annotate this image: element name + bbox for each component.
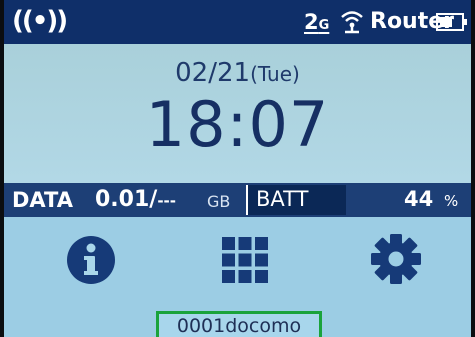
battery-label-box: BATT: [246, 185, 346, 215]
info-bar: DATA 0.01/--- GB BATT 44 %: [4, 183, 471, 217]
battery-level-value: 44: [404, 187, 434, 211]
carrier-name: 0001docomo: [156, 311, 322, 337]
data-usage-limit: ---: [157, 192, 177, 210]
info-icon[interactable]: [66, 235, 116, 285]
data-usage-unit: GB: [207, 192, 231, 211]
data-usage-value: 0.01/---: [95, 187, 176, 212]
date-value: 02/21: [175, 58, 251, 88]
clock-panel: 02/21(Tue) 18:07: [4, 44, 471, 183]
weekday-value: (Tue): [250, 62, 300, 86]
battery-icon: [436, 13, 467, 31]
battery-level-unit: %: [444, 192, 459, 210]
data-usage-amount: 0.01/: [95, 187, 158, 212]
apps-grid-icon[interactable]: [222, 237, 268, 283]
device-screen: ((•)) 2G Router 02/21(Tue) 18:07 DATA 0.…: [4, 0, 471, 337]
network-type-suffix: G: [318, 18, 330, 33]
broadcast-icon: ((•)): [12, 6, 68, 36]
network-type-indicator: 2G: [304, 10, 329, 34]
battery-label: BATT: [256, 187, 309, 211]
date-display: 02/21(Tue): [4, 58, 471, 88]
network-type-number: 2: [304, 10, 319, 34]
time-display: 18:07: [145, 88, 330, 161]
settings-gear-icon[interactable]: [370, 233, 422, 285]
status-bar: ((•)) 2G Router: [4, 0, 471, 44]
data-usage-label: DATA: [12, 188, 74, 212]
wifi-icon: [341, 11, 363, 34]
